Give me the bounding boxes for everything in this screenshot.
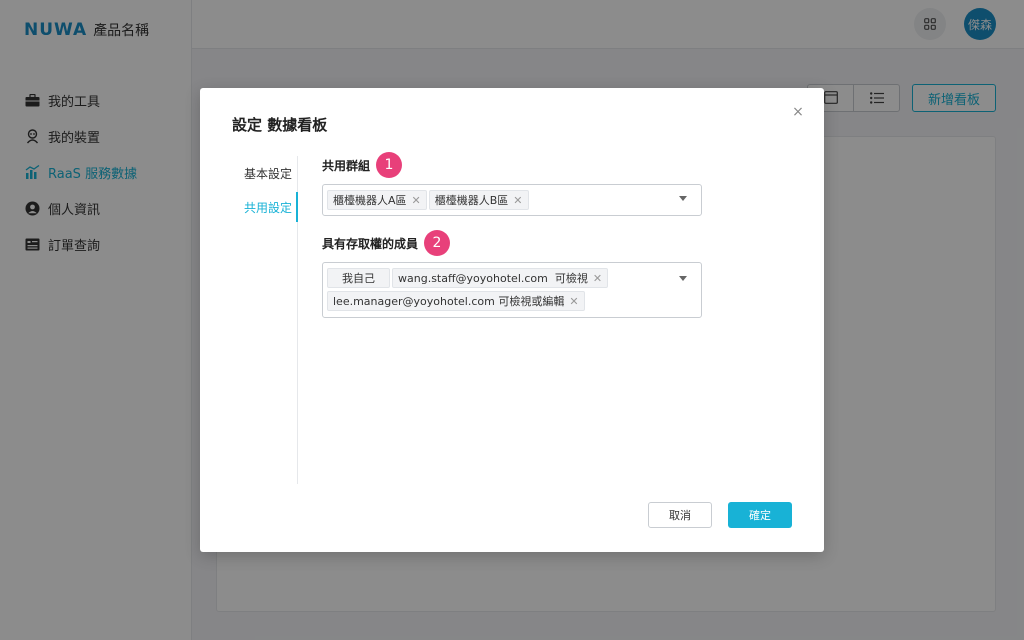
modal-title: 設定 數據看板	[232, 116, 328, 134]
group-field-label: 共用群組 1	[322, 152, 702, 178]
confirm-button[interactable]: 確定	[728, 502, 792, 528]
member-tag: lee.manager@yoyohotel.com 可檢視或編輯 ✕	[327, 291, 585, 311]
tab-basic-settings[interactable]: 基本設定	[232, 156, 297, 190]
modal-tabs: 基本設定 共用設定	[232, 156, 298, 484]
remove-tag-icon[interactable]: ✕	[513, 194, 522, 207]
field-label-text: 具有存取權的成員	[322, 236, 419, 251]
sharing-form: 共用群組 1 櫃檯機器人A區 ✕ 櫃檯機器人B區 ✕ 具有存取權的成員 2 我自…	[322, 152, 702, 318]
tag-label: lee.manager@yoyohotel.com 可檢視或編輯	[333, 295, 565, 308]
step-badge: 1	[376, 152, 403, 178]
field-label-text: 共用群組	[322, 158, 371, 173]
remove-tag-icon[interactable]: ✕	[593, 272, 602, 285]
remove-tag-icon[interactable]: ✕	[569, 295, 578, 308]
close-icon[interactable]: ×	[790, 104, 806, 120]
group-tag: 櫃檯機器人A區 ✕	[327, 190, 427, 210]
step-badge: 2	[424, 230, 451, 256]
member-field-label: 具有存取權的成員 2	[322, 230, 702, 256]
cancel-button[interactable]: 取消	[648, 502, 712, 528]
settings-modal: 設定 數據看板 × 基本設定 共用設定 共用群組 1 櫃檯機器人A區 ✕ 櫃檯機…	[200, 88, 824, 552]
group-tag: 櫃檯機器人B區 ✕	[428, 190, 529, 210]
tag-label: 櫃檯機器人A區	[333, 194, 407, 207]
remove-tag-icon[interactable]: ✕	[412, 194, 421, 207]
chevron-down-icon[interactable]	[679, 276, 687, 281]
chevron-down-icon[interactable]	[679, 196, 687, 201]
self-tag: 我自己	[327, 268, 390, 288]
group-select[interactable]: 櫃檯機器人A區 ✕ 櫃檯機器人B區 ✕	[322, 184, 702, 216]
tab-sharing-settings[interactable]: 共用設定	[232, 190, 298, 224]
tag-label: 櫃檯機器人B區	[434, 194, 509, 207]
member-tag: wang.staff@yoyohotel.com 可檢視 ✕	[392, 268, 609, 288]
tag-label: wang.staff@yoyohotel.com 可檢視	[398, 272, 588, 285]
member-select[interactable]: 我自己 wang.staff@yoyohotel.com 可檢視 ✕ lee.m…	[322, 262, 702, 318]
